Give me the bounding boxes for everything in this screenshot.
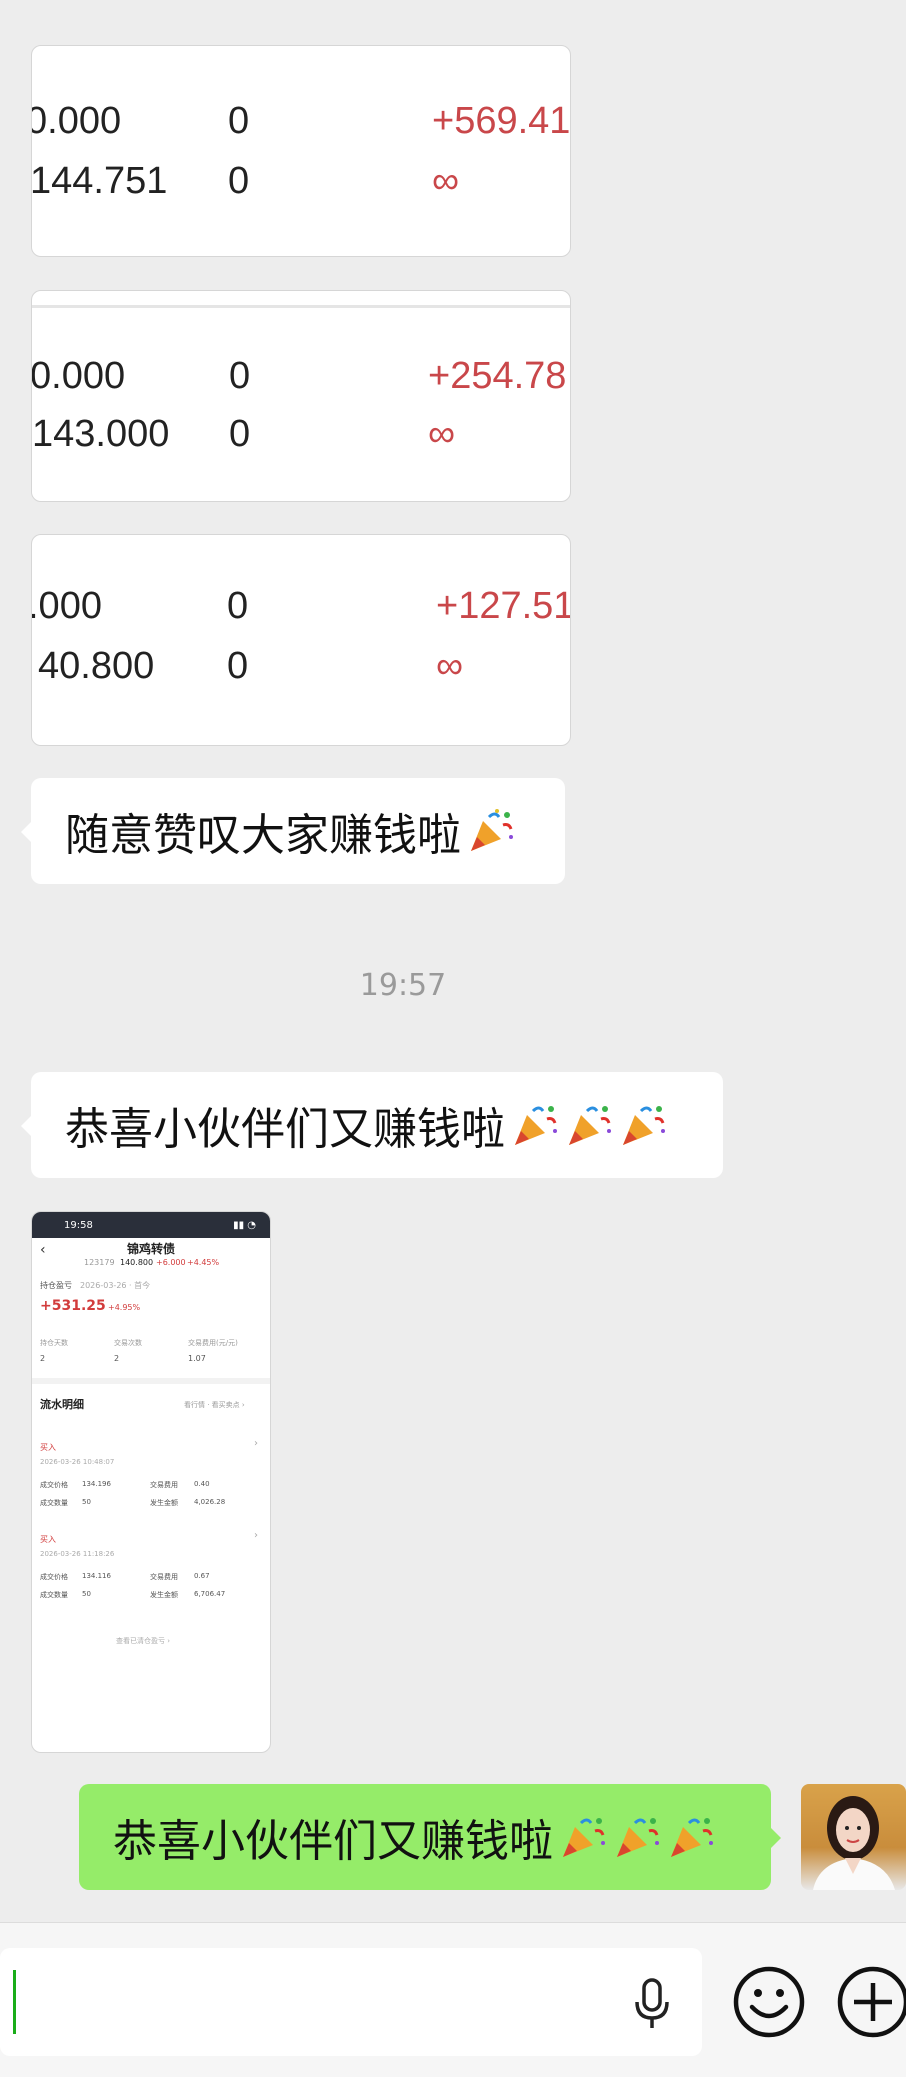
my-avatar[interactable] [801,1784,906,1890]
trade-value: 50 [82,1498,91,1506]
stock-change-pct: +4.45% [187,1258,220,1267]
stock-code: 123179 [84,1258,115,1267]
flow-title: 流水明细 [40,1398,84,1411]
chat-area[interactable]: 0.000 0 +569.41 144.751 0 ∞ 0.000 0 +254… [0,0,906,1922]
holding-label: 持仓盈亏 [40,1281,72,1290]
stat-label: 交易次数 [114,1339,142,1347]
profit-cell: +127.51 [436,585,571,627]
profit-cell: +569.41 [432,100,571,142]
screenshot-image-message[interactable]: 19:58 ▮▮ ◔ ‹ 锦鸡转债 123179 140.800 +6.000 … [31,1211,271,1753]
message-text: 恭喜小伙伴们又赚钱啦 [65,1104,505,1155]
profit-cell: +254.78 [428,355,567,397]
trade-time: 2026-03-26 11:18:26 [40,1550,115,1558]
trade-value: 134.116 [82,1572,111,1580]
trade-label: 成交价格 [40,1573,68,1581]
trade-row: 40.800 0 ∞ [32,645,570,701]
stock-title: 锦鸡转债 [127,1242,176,1256]
qty-cell: 0 [229,355,251,397]
trade-value: 4,026.28 [194,1498,226,1506]
trade-value: 0.40 [194,1480,210,1488]
infinity-cell: ∞ [428,413,456,455]
chevron-right-icon: › [254,1530,258,1541]
closed-positions-link: 查看已清仓盈亏 › [116,1637,171,1645]
chat-timestamp: 19:57 [359,968,447,1003]
trade-value: 6,706.47 [194,1590,226,1598]
message-input[interactable] [0,1948,702,2056]
status-bar: 19:58 ▮▮ ◔ [32,1212,270,1238]
party-popper-icon [569,1106,611,1145]
party-popper-icon [623,1106,665,1145]
trade-row: 0.000 0 +569.41 [32,100,570,156]
trade-row: 0.000 0 +254.78 [32,355,570,411]
price-cell: 143.000 [32,413,170,455]
party-popper-icon [515,1106,557,1145]
input-bar [0,1922,906,2077]
trade-value: 50 [82,1590,91,1598]
status-icons: ▮▮ ◔ [233,1219,256,1231]
trade-card[interactable]: 0.000 0 +254.78 143.000 0 ∞ [31,290,571,502]
trade-value: 0.67 [194,1572,210,1580]
price-cell: 0.000 [31,100,122,142]
price-cell: 40.800 [38,645,155,687]
price-cell: .000 [31,585,102,627]
qty-cell: 0 [228,100,250,142]
stock-change: +6.000 [156,1258,186,1267]
text-cursor [13,1970,16,2034]
qty-cell: 0 [227,585,249,627]
trade-label: 成交数量 [40,1591,68,1599]
stock-price: 140.800 [120,1258,154,1267]
trade-label: 交易费用 [150,1573,178,1581]
party-popper-icon [617,1818,659,1857]
divider [32,1378,270,1384]
trade-side: 买入 [40,1535,56,1544]
stat-value: 2 [114,1354,120,1363]
trade-label: 交易费用 [150,1481,178,1489]
portrait-image [813,1796,895,1890]
price-cell: 144.751 [31,160,168,202]
trade-row: 143.000 0 ∞ [32,413,570,469]
back-icon: ‹ [40,1242,46,1258]
price-cell: 0.000 [31,355,126,397]
message-bubble[interactable]: 随意赞叹大家赚钱啦 [21,778,565,884]
trade-card[interactable]: .000 0 +127.51 40.800 0 ∞ [31,534,571,746]
chevron-right-icon: › [254,1438,258,1449]
party-popper-icon [563,1818,605,1857]
plus-circle-icon[interactable] [836,1965,906,2039]
profit-value: +531.25 [40,1298,106,1314]
qty-cell: 0 [229,413,251,455]
smiley-icon[interactable] [732,1965,806,2039]
trade-value: 134.196 [82,1480,111,1488]
trade-row: 144.751 0 ∞ [32,160,570,216]
party-popper-icon [671,1818,713,1857]
qty-cell: 0 [227,645,249,687]
stat-label: 交易费用(元/元) [188,1339,238,1347]
party-popper-icon [471,809,513,851]
microphone-icon[interactable] [632,1978,672,2030]
stat-value: 1.07 [188,1354,206,1363]
status-time: 19:58 [64,1219,93,1231]
profit-pct: +4.95% [108,1303,141,1312]
trade-label: 成交价格 [40,1481,68,1489]
trade-label: 发生金额 [150,1591,178,1599]
infinity-cell: ∞ [432,160,460,202]
stat-value: 2 [40,1354,46,1363]
holding-date: 2026-03-26 · 首今 [80,1281,151,1290]
stat-label: 持仓天数 [40,1339,68,1347]
my-message-bubble[interactable]: 恭喜小伙伴们又赚钱啦 [79,1784,781,1890]
trade-label: 成交数量 [40,1499,68,1507]
flow-link: 看行情 · 看买卖点 › [184,1401,245,1409]
trade-label: 发生金额 [150,1499,178,1507]
trade-card[interactable]: 0.000 0 +569.41 144.751 0 ∞ [31,45,571,257]
message-text: 恭喜小伙伴们又赚钱啦 [113,1816,553,1867]
qty-cell: 0 [228,160,250,202]
infinity-cell: ∞ [436,645,464,687]
message-bubble[interactable]: 恭喜小伙伴们又赚钱啦 [21,1072,723,1178]
message-text: 随意赞叹大家赚钱啦 [65,810,461,861]
trade-row: .000 0 +127.51 [32,585,570,641]
trade-side: 买入 [40,1443,56,1452]
divider [32,305,570,308]
trade-time: 2026-03-26 10:48:07 [40,1458,115,1466]
